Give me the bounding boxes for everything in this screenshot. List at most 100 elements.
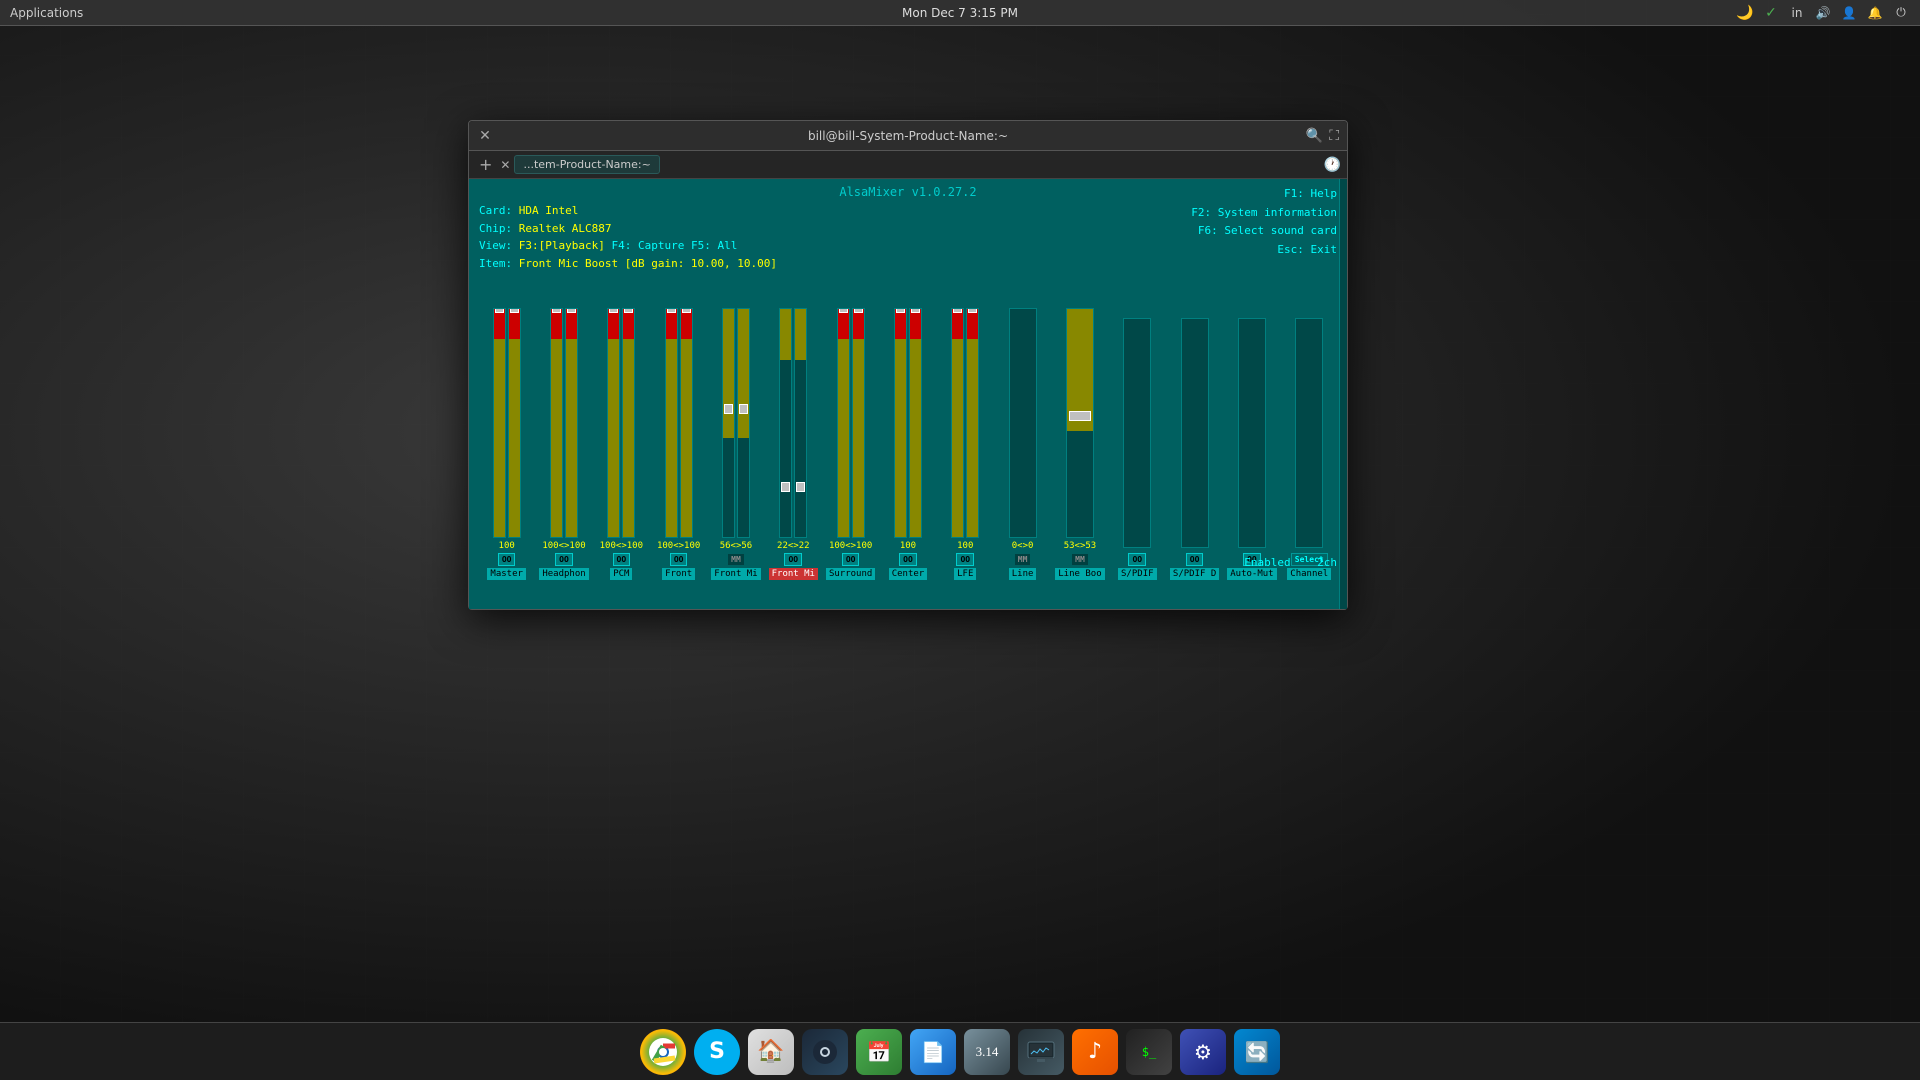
terminal-window: ✕ bill@bill-System-Product-Name:~ 🔍 ⛶ + … — [468, 120, 1348, 610]
taskbar-terminal[interactable]: $_ — [1126, 1029, 1172, 1075]
title-bar: ✕ bill@bill-System-Product-Name:~ 🔍 ⛶ — [469, 121, 1347, 151]
channel-value: 100<>100 — [829, 541, 872, 551]
user-icon[interactable]: 👤 — [1840, 4, 1858, 22]
new-tab-button[interactable]: + — [475, 155, 496, 174]
item-label: Item: — [479, 257, 512, 270]
channel-headphon[interactable]: 100<>100 OO Headphon — [536, 308, 591, 580]
tab-item[interactable]: ...tem-Product-Name:~ — [514, 155, 659, 174]
taskbar-chrome[interactable] — [640, 1029, 686, 1075]
channel-center[interactable]: 100 OO Center — [880, 308, 935, 580]
channel-surround[interactable]: 100<>100 OO Surround — [823, 308, 878, 580]
channel-s-pdif-d[interactable]: OO S/PDIF D — [1167, 318, 1222, 580]
channel-value: 100<>100 — [542, 541, 585, 551]
channel-value: 0<>0 — [1012, 541, 1034, 551]
chip-value: Realtek ALC887 — [519, 222, 612, 235]
enabled-label: Enabled — [1244, 556, 1290, 569]
channel-badge-container: OO — [1186, 553, 1204, 566]
applications-menu[interactable]: Applications — [10, 6, 83, 20]
skype-icon: S — [709, 1039, 725, 1064]
channel-badge-container: OO — [784, 553, 802, 566]
channel-front-mi[interactable]: 56<>56 MM Front Mi — [708, 308, 763, 580]
window-title: bill@bill-System-Product-Name:~ — [808, 129, 1008, 143]
channel-label: Surround — [826, 568, 875, 580]
taskbar-files2[interactable]: 📄 — [910, 1029, 956, 1075]
channel-badge-container: OO — [1128, 553, 1146, 566]
taskbar-calculator[interactable]: 3.14 — [964, 1029, 1010, 1075]
terminal-icon: $_ — [1142, 1045, 1156, 1059]
channel-badge-container: MM — [1071, 553, 1089, 566]
home-icon: 🏠 — [757, 1039, 784, 1064]
channel-front[interactable]: 100<>100 OO Front — [651, 308, 706, 580]
taskbar: S 🏠 📅 📄 3.14 ♪ $_ ⚙ 🔄 — [0, 1022, 1920, 1080]
channel-pcm[interactable]: 100<>100 OO PCM — [594, 308, 649, 580]
volume-icon[interactable]: 🔊 — [1814, 4, 1832, 22]
badge-mm: MM — [1014, 553, 1032, 566]
channel-line[interactable]: 0<>0 MM Line — [995, 308, 1050, 580]
badge-oo: OO — [555, 553, 573, 566]
badge-oo: OO — [1128, 553, 1146, 566]
badge-oo: OO — [1186, 553, 1204, 566]
channel-badge-container: OO — [956, 553, 974, 566]
channel-label: Front Mi — [711, 568, 760, 580]
moon-icon[interactable]: 🌙 — [1736, 4, 1754, 22]
notification-icon[interactable]: 🔔 — [1866, 4, 1884, 22]
channel-value: 56<>56 — [720, 541, 753, 551]
chip-label: Chip: — [479, 222, 512, 235]
channel-label: S/PDIF — [1118, 568, 1157, 580]
channel-front-mi[interactable]: 22<>22 OO Front Mi — [766, 308, 821, 580]
card-value: HDA Intel — [519, 204, 579, 217]
taskbar-files[interactable]: 🏠 — [748, 1029, 794, 1075]
taskbar-skype[interactable]: S — [694, 1029, 740, 1075]
channel-value: 100 — [900, 541, 916, 551]
badge-oo: OO — [842, 553, 860, 566]
channel-badge-container: OO — [842, 553, 860, 566]
maximize-button[interactable]: ⛶ — [1329, 128, 1339, 144]
channel-value: 100 — [957, 541, 973, 551]
power-icon[interactable]: ⏻ — [1892, 4, 1910, 22]
channel-line-boo[interactable]: 53<>53 MM Line Boo — [1052, 308, 1107, 580]
badge-oo: OO — [670, 553, 688, 566]
badge-mm: MM — [727, 553, 745, 566]
channel-label: Headphon — [539, 568, 588, 580]
channel-label: Line Boo — [1055, 568, 1104, 580]
badge-oo: OO — [899, 553, 917, 566]
channel-label: Front Mi — [769, 568, 818, 580]
channel-s-pdif[interactable]: OO S/PDIF — [1110, 318, 1165, 580]
channel-master[interactable]: 100 OO Master — [479, 308, 534, 580]
search-button[interactable]: 🔍 — [1306, 128, 1323, 144]
view-label: View: — [479, 239, 512, 252]
close-button[interactable]: ✕ — [477, 128, 493, 144]
channel-lfe[interactable]: 100 OO LFE — [938, 308, 993, 580]
channel-channel[interactable]: Select Channel — [1282, 318, 1337, 580]
taskbar-steam[interactable] — [802, 1029, 848, 1075]
sync-icon: 🔄 — [1245, 1040, 1270, 1064]
check-icon[interactable]: ✓ — [1762, 4, 1780, 22]
channel-value: 100<>100 — [657, 541, 700, 551]
channel-label: Channel — [1287, 568, 1331, 580]
taskbar-toggle[interactable]: ⚙ — [1180, 1029, 1226, 1075]
channel-label: Front — [662, 568, 695, 580]
help-f2: F2: System information — [1191, 204, 1337, 223]
badge-oo: OO — [498, 553, 516, 566]
channel-label: S/PDIF D — [1170, 568, 1219, 580]
badge-oo: OO — [613, 553, 631, 566]
mixer-area: 100 OO Master 100<>100 — [479, 280, 1337, 580]
linkedin-icon[interactable]: in — [1788, 4, 1806, 22]
pi-icon: 3.14 — [976, 1044, 999, 1060]
channel-label: Auto-Mut — [1227, 568, 1276, 580]
taskbar-monitor[interactable] — [1018, 1029, 1064, 1075]
document-icon: 📄 — [921, 1040, 946, 1064]
taskbar-calendar[interactable]: 📅 — [856, 1029, 902, 1075]
taskbar-sync[interactable]: 🔄 — [1234, 1029, 1280, 1075]
scrollbar[interactable] — [1339, 179, 1347, 609]
taskbar-music[interactable]: ♪ — [1072, 1029, 1118, 1075]
channel-label: Line — [1009, 568, 1037, 580]
channel-badge-container: MM — [1014, 553, 1032, 566]
channel-badge-container: OO — [670, 553, 688, 566]
channel-auto-mut[interactable]: OO Auto-Mut — [1224, 318, 1279, 580]
tab-close-button[interactable]: ✕ — [500, 158, 510, 172]
item-value: Front Mic Boost [dB gain: 10.00, 10.00] — [519, 257, 777, 270]
tab-history-button[interactable]: 🕐 — [1324, 157, 1341, 173]
calendar-icon: 📅 — [867, 1040, 892, 1064]
channel-value: 100 — [499, 541, 515, 551]
